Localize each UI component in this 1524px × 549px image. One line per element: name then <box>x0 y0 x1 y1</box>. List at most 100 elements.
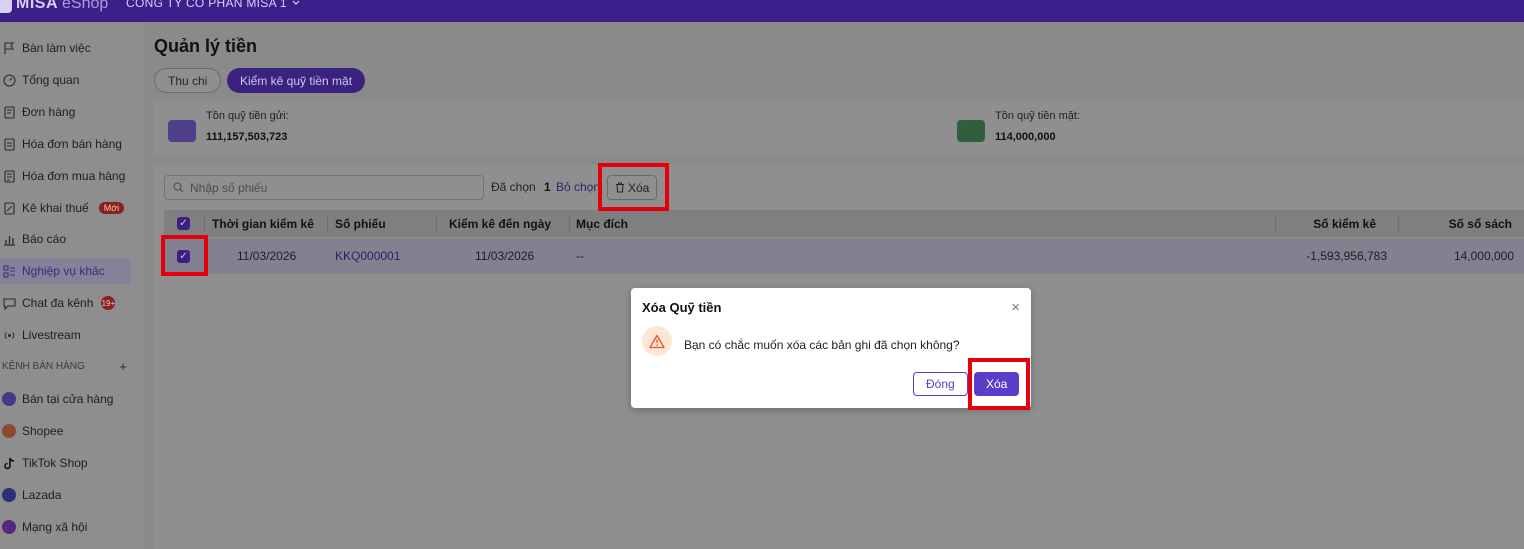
sidebar-item-label: Báo cáo <box>22 232 67 246</box>
column-header[interactable]: Số kiểm kê <box>1313 210 1376 237</box>
unread-count-badge: 19+ <box>101 296 116 310</box>
sidebar-item-label: Hóa đơn mua hàng <box>22 169 126 183</box>
cash-fund-value: 114,000,000 <box>995 131 1056 143</box>
sidebar-item-label: Hóa đơn bán hàng <box>22 137 122 151</box>
sidebar-item-label: Mạng xã hội <box>22 520 88 534</box>
dialog-message: Bạn có chắc muốn xóa các bản ghi đã chọn… <box>684 338 960 352</box>
sidebar-item-label: Livestream <box>22 328 81 342</box>
sidebar-item-tiktok[interactable]: TikTok Shop <box>0 450 131 476</box>
highlight-box-confirm-button <box>968 358 1030 410</box>
sidebar-item-label: Lazada <box>22 488 62 502</box>
sidebar-item-orders[interactable]: Đơn hàng <box>0 99 131 125</box>
book-amount-cell: 14,000,000 <box>1453 249 1514 263</box>
close-button[interactable]: Đóng <box>913 372 968 396</box>
search-icon <box>173 182 184 193</box>
column-divider <box>327 215 328 232</box>
sidebar: Bàn làm việc Tổng quan Đơn hàng Hóa đơn … <box>0 22 143 549</box>
add-channel-button[interactable]: + <box>119 359 127 374</box>
sidebar-item-label: TikTok Shop <box>22 456 88 470</box>
tab-income-expense[interactable]: Thu chi <box>154 68 222 93</box>
tab-cash-inventory[interactable]: Kiểm kê quỹ tiền mặt <box>227 68 366 93</box>
column-divider <box>1398 215 1399 232</box>
chat-icon <box>2 296 16 310</box>
deposit-fund-label: Tồn quỹ tiền gửi: <box>206 110 289 122</box>
selected-label: Đã chọn <box>491 180 536 194</box>
main-content: Quản lý tiền Thu chi Kiểm kê quỹ tiền mặ… <box>143 22 1524 549</box>
tax-icon <box>2 201 16 215</box>
column-header[interactable]: Số phiếu <box>335 210 386 237</box>
invoice-icon <box>2 137 16 151</box>
warning-icon <box>642 326 672 356</box>
company-name: CÔNG TY CỔ PHẦN MISA 1 <box>126 0 287 10</box>
search-input[interactable] <box>190 180 460 195</box>
sidebar-item-shopee[interactable]: Shopee <box>0 418 131 444</box>
sidebar-item-workspace[interactable]: Bàn làm việc <box>0 35 131 61</box>
column-divider <box>1275 215 1276 232</box>
sidebar-item-label: Chat đa kênh <box>22 296 94 310</box>
logo-subtext: eShop <box>62 0 109 12</box>
voucher-number-link[interactable]: KKQ000001 <box>335 238 400 274</box>
deselect-link[interactable]: Bỏ chọn <box>556 180 600 194</box>
sidebar-item-tax[interactable]: Kê khai thuế Mới <box>0 195 131 221</box>
counted-amount-cell: -1,593,956,783 <box>1306 249 1387 263</box>
column-divider <box>204 215 205 232</box>
sidebar-item-other-operations[interactable]: Nghiệp vụ khác <box>0 258 131 284</box>
cash-fund-label: Tồn quỹ tiền mặt: <box>995 110 1080 122</box>
company-selector[interactable]: CÔNG TY CỔ PHẦN MISA 1 <box>126 0 301 10</box>
sidebar-item-label: Bán tại cửa hàng <box>22 392 114 406</box>
highlight-box-row-checkbox <box>161 235 208 276</box>
sidebar-item-label: Tổng quan <box>22 73 80 87</box>
dialog-title: Xóa Quỹ tiền <box>642 300 722 315</box>
sidebar-item-label: Shopee <box>22 424 64 438</box>
logo-text: MISA <box>16 0 58 12</box>
sidebar-item-chat[interactable]: Chat đa kênh 19+ <box>0 290 131 316</box>
table-header: ✓ Thời gian kiểm kê Số phiếu Kiểm kê đến… <box>164 210 1524 237</box>
tiktok-icon <box>2 456 16 470</box>
sidebar-item-label: Kê khai thuế <box>22 201 89 215</box>
cash-fund-summary: Tồn quỹ tiền mặt: 114,000,000 <box>957 110 1080 143</box>
social-icon <box>2 520 16 534</box>
deposit-fund-summary: Tồn quỹ tiền gửi: 111,157,503,723 <box>168 110 289 143</box>
sidebar-item-reports[interactable]: Báo cáo <box>0 226 131 252</box>
purpose-cell: -- <box>576 249 584 263</box>
select-all-checkbox[interactable]: ✓ <box>177 210 190 237</box>
order-icon <box>2 105 16 119</box>
list-icon <box>2 264 16 278</box>
misa-logo-icon <box>0 0 12 13</box>
sidebar-item-purchase-invoice[interactable]: Hóa đơn mua hàng <box>0 163 131 189</box>
highlight-box-delete-button <box>598 163 669 211</box>
gauge-icon <box>2 73 16 87</box>
sidebar-item-lazada[interactable]: Lazada <box>0 482 131 508</box>
chart-icon <box>2 232 16 246</box>
shopee-icon <box>2 424 16 438</box>
sidebar-item-sales-invoice[interactable]: Hóa đơn bán hàng <box>0 131 131 157</box>
page-title: Quản lý tiền <box>154 36 258 56</box>
column-header[interactable]: Mục đích <box>576 210 628 237</box>
fund-summary: Tồn quỹ tiền gửi: 111,157,503,723 Tồn qu… <box>154 100 1524 156</box>
top-bar: MISA eShop CÔNG TY CỔ PHẦN MISA 1 <box>0 0 1524 22</box>
bank-card-icon <box>168 120 196 142</box>
sales-channels-section: KÊNH BÁN HÀNG + <box>2 359 127 374</box>
logo[interactable]: MISA eShop <box>0 0 108 13</box>
column-header[interactable]: Thời gian kiểm kê <box>212 210 314 237</box>
search-box[interactable] <box>164 175 484 200</box>
inventory-to-date-cell: 11/03/2026 <box>475 249 535 263</box>
sidebar-item-livestream[interactable]: Livestream <box>0 322 131 348</box>
cash-icon <box>957 120 985 142</box>
sidebar-item-overview[interactable]: Tổng quan <box>0 67 131 93</box>
table-row[interactable]: ✓ 11/03/2026 KKQ000001 11/03/2026 -- -1,… <box>164 238 1524 274</box>
column-header[interactable]: Số sổ sách <box>1449 210 1512 237</box>
purchase-invoice-icon <box>2 169 16 183</box>
sidebar-item-label: Đơn hàng <box>22 105 76 119</box>
column-divider <box>569 215 570 232</box>
sidebar-item-social[interactable]: Mạng xã hội <box>0 514 131 540</box>
new-badge: Mới <box>98 202 125 214</box>
close-icon[interactable]: × <box>1011 299 1020 316</box>
column-header[interactable]: Kiểm kê đến ngày <box>449 210 551 237</box>
lazada-icon <box>2 488 16 502</box>
broadcast-icon <box>2 328 16 342</box>
section-title: KÊNH BÁN HÀNG <box>2 361 85 372</box>
store-icon <box>2 392 16 406</box>
sidebar-item-store[interactable]: Bán tại cửa hàng <box>0 386 131 412</box>
column-divider <box>436 215 437 232</box>
